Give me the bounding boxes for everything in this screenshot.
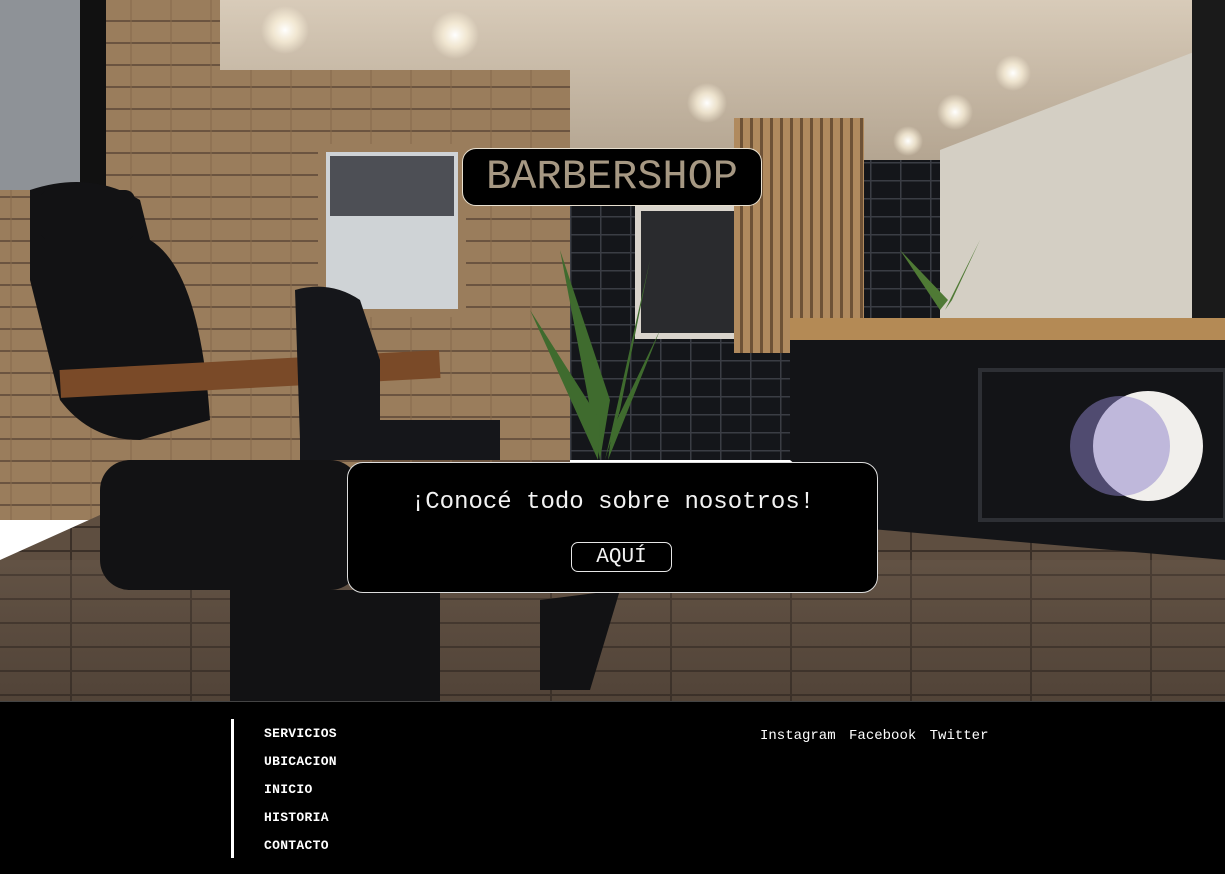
cta-text: ¡Conocé todo sobre nosotros! (410, 489, 815, 516)
hero-section: BARBERSHOP ¡Conocé todo sobre nosotros! … (0, 0, 1225, 701)
aqui-button[interactable]: AQUÍ (571, 542, 672, 572)
nav-link-inicio[interactable]: INICIO (264, 782, 313, 797)
nav-link-contacto[interactable]: CONTACTO (264, 838, 329, 853)
nav-link-historia[interactable]: HISTORIA (264, 810, 329, 825)
nav-link-servicios[interactable]: SERVICIOS (264, 726, 337, 741)
social-links: Instagram Facebook Twitter (760, 728, 993, 744)
footer: SERVICIOS UBICACION INICIO HISTORIA CONT… (0, 701, 1225, 875)
brand-title-box: BARBERSHOP (462, 148, 762, 206)
brand-title: BARBERSHOP (485, 153, 739, 201)
instagram-link[interactable]: Instagram (760, 728, 836, 744)
nav-link-ubicacion[interactable]: UBICACION (264, 754, 337, 769)
footer-divider (231, 719, 234, 858)
barbershop-background-image (0, 0, 1225, 701)
footer-nav: SERVICIOS UBICACION INICIO HISTORIA CONT… (264, 724, 337, 864)
cta-panel: ¡Conocé todo sobre nosotros! AQUÍ (347, 462, 878, 593)
twitter-link[interactable]: Twitter (930, 728, 989, 744)
facebook-link[interactable]: Facebook (849, 728, 916, 744)
